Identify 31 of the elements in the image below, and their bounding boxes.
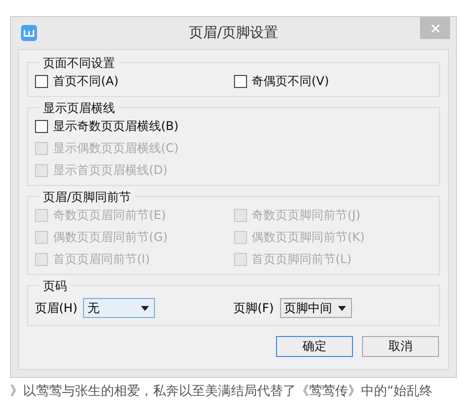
app-logo-icon <box>21 25 37 41</box>
checkbox-label: 奇偶页不同(V) <box>252 73 330 90</box>
caret-icon <box>338 306 346 310</box>
group-title: 显示页眉横线 <box>39 100 119 117</box>
checkbox-label: 显示偶数页页眉横线(C) <box>53 140 179 157</box>
checkbox[interactable] <box>35 75 48 88</box>
checkbox-label: 显示奇数页页眉横线(B) <box>53 118 179 135</box>
group-title: 页眉/页脚同前节 <box>39 189 136 206</box>
checkbox-label: 偶数页页脚同前节(K) <box>252 229 365 246</box>
checkbox-label: 首页页脚同前节(L) <box>252 251 352 268</box>
dialog-button[interactable]: 取消 <box>362 336 439 357</box>
checkbox[interactable] <box>35 120 48 133</box>
group-title: 页码 <box>39 278 71 295</box>
caret-icon <box>141 306 150 310</box>
dropdown[interactable]: 页脚中间 <box>280 298 352 318</box>
checkbox[interactable] <box>234 75 246 88</box>
checkbox-label: 显示首页页眉横线(D) <box>53 162 168 179</box>
document-text: 》以莺莺与张生的相爱，私奔以至美满结局代替了《莺莺传》中的“始乱终 <box>9 383 434 400</box>
checkbox-label: 奇数页页脚同前节(J) <box>252 207 360 224</box>
field-label: 页眉(H) <box>35 300 78 316</box>
checkbox-label: 偶数页页眉同前节(G) <box>53 229 168 246</box>
window-title: 页眉/页脚设置 <box>188 24 279 42</box>
dialog-button[interactable]: 确定 <box>276 336 353 357</box>
checkbox-label: 奇数页页眉同前节(E) <box>53 207 166 224</box>
group-title: 页面不同设置 <box>39 55 119 72</box>
dropdown[interactable]: 无 <box>83 298 156 318</box>
close-icon <box>430 24 440 32</box>
checkbox-label: 首页不同(A) <box>53 73 119 90</box>
field-label: 页脚(F) <box>234 300 274 316</box>
close-button[interactable] <box>420 17 450 39</box>
checkbox-label: 首页页眉同前节(I) <box>53 251 150 268</box>
